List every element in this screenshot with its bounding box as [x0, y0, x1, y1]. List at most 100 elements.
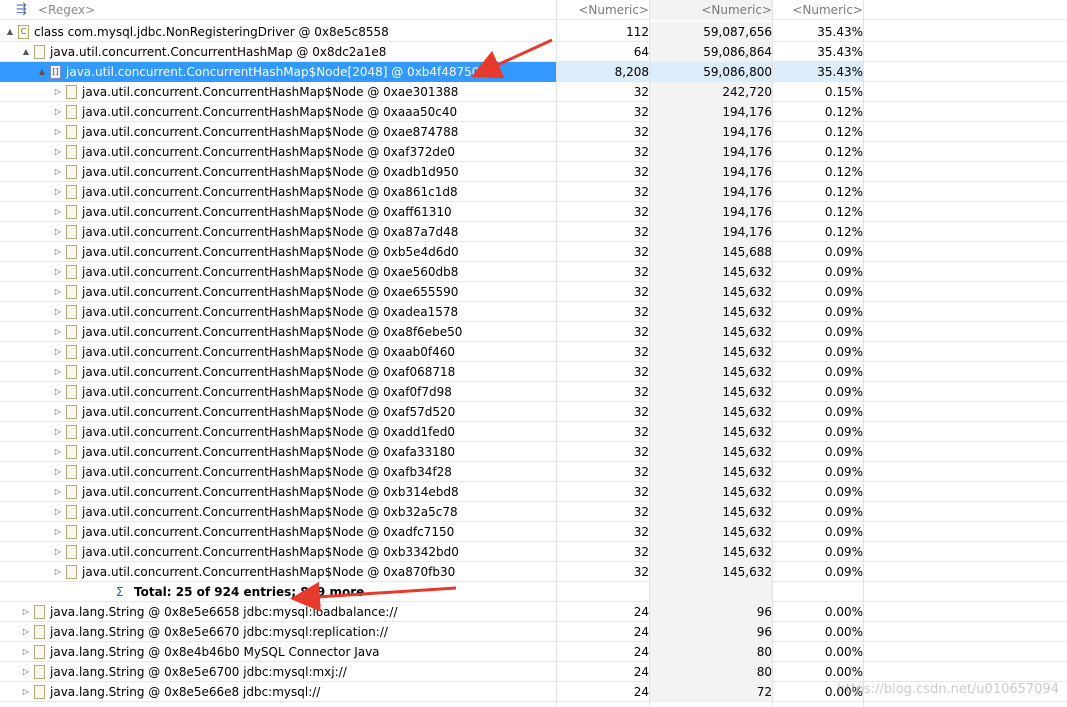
- table-row[interactable]: ▲ java.util.concurrent.ConcurrentHashMap …: [0, 42, 1067, 62]
- table-row[interactable]: ▷ java.util.concurrent.ConcurrentHashMap$…: [0, 182, 1067, 202]
- object-label[interactable]: java.util.concurrent.ConcurrentHashMap$N…: [82, 422, 459, 442]
- regex-filter-input[interactable]: <Regex>: [38, 0, 99, 20]
- collapsed-toggle-icon[interactable]: ▷: [52, 382, 64, 402]
- object-label[interactable]: java.util.concurrent.ConcurrentHashMap$N…: [66, 62, 484, 82]
- object-label[interactable]: java.util.concurrent.ConcurrentHashMap$N…: [82, 202, 456, 222]
- table-row[interactable]: ▷ java.util.concurrent.ConcurrentHashMap$…: [0, 102, 1067, 122]
- collapsed-toggle-icon[interactable]: ▷: [52, 82, 64, 102]
- table-row[interactable]: ▷ java.lang.String @ 0x8e5e6700 jdbc:mysq…: [0, 662, 1067, 682]
- table-row[interactable]: ▷ java.util.concurrent.ConcurrentHashMap$…: [0, 262, 1067, 282]
- collapsed-toggle-icon[interactable]: ▷: [52, 222, 64, 242]
- collapsed-toggle-icon[interactable]: ▷: [20, 642, 32, 662]
- object-label[interactable]: java.util.concurrent.ConcurrentHashMap$N…: [82, 242, 463, 262]
- object-label[interactable]: java.util.concurrent.ConcurrentHashMap$N…: [82, 82, 462, 102]
- collapsed-toggle-icon[interactable]: ▷: [52, 482, 64, 502]
- table-row[interactable]: ▲[] java.util.concurrent.ConcurrentHashMa…: [0, 62, 1067, 82]
- collapsed-toggle-icon[interactable]: ▷: [52, 362, 64, 382]
- object-label[interactable]: class com.mysql.jdbc.NonRegisteringDrive…: [34, 22, 393, 42]
- object-label[interactable]: java.lang.String @ 0x8e5e6658 jdbc:mysql…: [50, 602, 402, 622]
- collapsed-toggle-icon[interactable]: ▷: [52, 562, 64, 582]
- object-label[interactable]: java.util.concurrent.ConcurrentHashMap$N…: [82, 522, 458, 542]
- expanded-toggle-icon[interactable]: ▲: [4, 22, 16, 42]
- header-shallow-heap[interactable]: <Numeric>: [557, 0, 650, 20]
- object-label[interactable]: java.lang.String @ 0x8e5e66e8 jdbc:mysql…: [50, 682, 324, 702]
- collapsed-toggle-icon[interactable]: ▷: [52, 242, 64, 262]
- collapsed-toggle-icon[interactable]: ▷: [52, 102, 64, 122]
- object-label[interactable]: java.util.concurrent.ConcurrentHashMap$N…: [82, 562, 459, 582]
- object-label[interactable]: java.util.concurrent.ConcurrentHashMap$N…: [82, 482, 463, 502]
- object-label[interactable]: java.util.concurrent.ConcurrentHashMap$N…: [82, 162, 463, 182]
- collapsed-toggle-icon[interactable]: ▷: [52, 322, 64, 342]
- object-label[interactable]: java.util.concurrent.ConcurrentHashMap$N…: [82, 502, 462, 522]
- object-label[interactable]: java.util.concurrent.ConcurrentHashMap$N…: [82, 362, 459, 382]
- regex-filter-cell[interactable]: ⇶ <Regex>: [0, 0, 556, 20]
- collapsed-toggle-icon[interactable]: ▷: [52, 502, 64, 522]
- collapsed-toggle-icon[interactable]: ▷: [52, 182, 64, 202]
- table-row[interactable]: ▷ java.util.concurrent.ConcurrentHashMap$…: [0, 342, 1067, 362]
- table-row[interactable]: ▷ java.util.concurrent.ConcurrentHashMap$…: [0, 422, 1067, 442]
- table-row[interactable]: ▷ java.util.concurrent.ConcurrentHashMap$…: [0, 542, 1067, 562]
- object-label[interactable]: java.util.concurrent.ConcurrentHashMap$N…: [82, 142, 459, 162]
- table-row[interactable]: ▷ java.util.concurrent.ConcurrentHashMap$…: [0, 482, 1067, 502]
- object-label[interactable]: java.util.concurrent.ConcurrentHashMap$N…: [82, 542, 463, 562]
- collapsed-toggle-icon[interactable]: ▷: [52, 462, 64, 482]
- table-row[interactable]: ▷ java.util.concurrent.ConcurrentHashMap$…: [0, 302, 1067, 322]
- collapsed-toggle-icon[interactable]: ▷: [52, 122, 64, 142]
- object-label[interactable]: java.util.concurrent.ConcurrentHashMap$N…: [82, 322, 466, 342]
- collapsed-toggle-icon[interactable]: ▷: [52, 302, 64, 322]
- table-row[interactable]: ▷ java.util.concurrent.ConcurrentHashMap$…: [0, 522, 1067, 542]
- object-label[interactable]: java.util.concurrent.ConcurrentHashMap$N…: [82, 462, 456, 482]
- table-row[interactable]: ▷ java.util.concurrent.ConcurrentHashMap$…: [0, 382, 1067, 402]
- collapsed-toggle-icon[interactable]: ▷: [20, 682, 32, 702]
- object-label[interactable]: java.util.concurrent.ConcurrentHashMap$N…: [82, 442, 459, 462]
- expanded-toggle-icon[interactable]: ▲: [20, 42, 32, 62]
- table-row[interactable]: ▷ java.util.concurrent.ConcurrentHashMap$…: [0, 562, 1067, 582]
- object-label[interactable]: java.util.concurrent.ConcurrentHashMap$N…: [82, 342, 459, 362]
- collapsed-toggle-icon[interactable]: ▷: [52, 402, 64, 422]
- collapsed-toggle-icon[interactable]: ▷: [52, 202, 64, 222]
- collapsed-toggle-icon[interactable]: ▷: [52, 542, 64, 562]
- collapsed-toggle-icon[interactable]: ▷: [52, 262, 64, 282]
- table-row[interactable]: ▷ java.lang.String @ 0x8e5e6658 jdbc:mysq…: [0, 602, 1067, 622]
- collapsed-toggle-icon[interactable]: ▷: [52, 442, 64, 462]
- table-row[interactable]: ▲ Cclass com.mysql.jdbc.NonRegisteringDri…: [0, 22, 1067, 42]
- header-percentage[interactable]: <Numeric>: [773, 0, 864, 20]
- table-row[interactable]: ▷ java.util.concurrent.ConcurrentHashMap$…: [0, 442, 1067, 462]
- object-label[interactable]: java.util.concurrent.ConcurrentHashMap$N…: [82, 302, 462, 322]
- expanded-toggle-icon[interactable]: ▲: [36, 62, 48, 82]
- collapsed-toggle-icon[interactable]: ▷: [52, 282, 64, 302]
- object-label[interactable]: java.util.concurrent.ConcurrentHashMap$N…: [82, 102, 461, 122]
- object-label[interactable]: java.lang.String @ 0x8e5e6670 jdbc:mysql…: [50, 622, 392, 642]
- table-row[interactable]: ▷ java.util.concurrent.ConcurrentHashMap$…: [0, 462, 1067, 482]
- table-row[interactable]: ▷ java.lang.String @ 0x8e4b46b0 MySQL Con…: [0, 642, 1067, 662]
- object-label[interactable]: java.util.concurrent.ConcurrentHashMap$N…: [82, 282, 462, 302]
- table-row[interactable]: ▷ java.util.concurrent.ConcurrentHashMap$…: [0, 362, 1067, 382]
- object-label[interactable]: java.util.concurrent.ConcurrentHashMap$N…: [82, 262, 462, 282]
- table-row[interactable]: ▷ java.util.concurrent.ConcurrentHashMap$…: [0, 322, 1067, 342]
- table-row[interactable]: ▷ java.util.concurrent.ConcurrentHashMap$…: [0, 122, 1067, 142]
- object-label[interactable]: java.util.concurrent.ConcurrentHashMap$N…: [82, 222, 462, 242]
- header-retained-heap[interactable]: <Numeric>: [650, 0, 773, 20]
- collapsed-toggle-icon[interactable]: ▷: [52, 422, 64, 442]
- table-row[interactable]: ▷ java.util.concurrent.ConcurrentHashMap$…: [0, 142, 1067, 162]
- collapsed-toggle-icon[interactable]: ▷: [20, 662, 32, 682]
- table-row[interactable]: ▷ java.util.concurrent.ConcurrentHashMap$…: [0, 502, 1067, 522]
- collapsed-toggle-icon[interactable]: ▷: [52, 522, 64, 542]
- table-row[interactable]: ▷ java.util.concurrent.ConcurrentHashMap$…: [0, 242, 1067, 262]
- total-row[interactable]: Σ Total: 25 of 924 entries; 899 more: [0, 582, 1067, 602]
- object-label[interactable]: java.lang.String @ 0x8e5e6700 jdbc:mysql…: [50, 662, 351, 682]
- object-label[interactable]: java.util.concurrent.ConcurrentHashMap$N…: [82, 382, 456, 402]
- table-row[interactable]: ▷ java.util.concurrent.ConcurrentHashMap$…: [0, 202, 1067, 222]
- collapsed-toggle-icon[interactable]: ▷: [20, 622, 32, 642]
- collapsed-toggle-icon[interactable]: ▷: [52, 162, 64, 182]
- object-label[interactable]: java.util.concurrent.ConcurrentHashMap$N…: [82, 182, 462, 202]
- collapsed-toggle-icon[interactable]: ▷: [20, 602, 32, 622]
- table-row[interactable]: ▷ java.util.concurrent.ConcurrentHashMap$…: [0, 222, 1067, 242]
- table-row[interactable]: ▷ java.util.concurrent.ConcurrentHashMap$…: [0, 282, 1067, 302]
- object-label[interactable]: java.util.concurrent.ConcurrentHashMap @…: [50, 42, 390, 62]
- object-label[interactable]: java.lang.String @ 0x8e4b46b0 MySQL Conn…: [50, 642, 384, 662]
- table-row[interactable]: ▷ java.lang.String @ 0x8e5e6670 jdbc:mysq…: [0, 622, 1067, 642]
- object-label[interactable]: java.util.concurrent.ConcurrentHashMap$N…: [82, 402, 459, 422]
- collapsed-toggle-icon[interactable]: ▷: [52, 142, 64, 162]
- table-row[interactable]: ▷ java.util.concurrent.ConcurrentHashMap$…: [0, 82, 1067, 102]
